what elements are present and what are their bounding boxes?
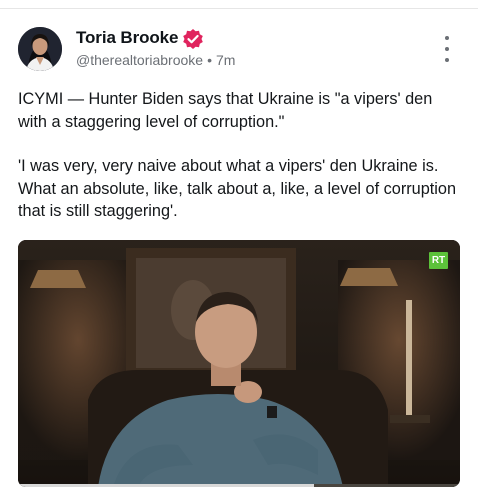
author-handle[interactable]: @therealtoriabrooke <box>76 52 203 68</box>
tweet-paragraph-1: ICYMI — Hunter Biden says that Ukraine i… <box>18 90 433 131</box>
video-frame <box>18 240 460 487</box>
tweet-text: ICYMI — Hunter Biden says that Ukraine i… <box>18 88 463 245</box>
channel-logo: RT <box>429 252 448 269</box>
author-meta: @therealtoriabrooke • 7m <box>76 52 235 68</box>
avatar[interactable] <box>18 27 62 71</box>
tweet-paragraph-2: 'I was very, very naive about what a vip… <box>18 157 457 220</box>
video-player[interactable]: RT <box>18 240 460 487</box>
meta-separator: • <box>207 52 212 68</box>
verified-badge-icon <box>183 29 203 49</box>
more-options-icon[interactable] <box>437 36 457 62</box>
video-progress-fill <box>18 484 315 487</box>
author-name[interactable]: Toria Brooke <box>76 28 179 48</box>
post-timestamp[interactable]: 7m <box>216 52 235 68</box>
video-progress-bar[interactable] <box>18 484 460 487</box>
top-divider <box>0 8 478 9</box>
